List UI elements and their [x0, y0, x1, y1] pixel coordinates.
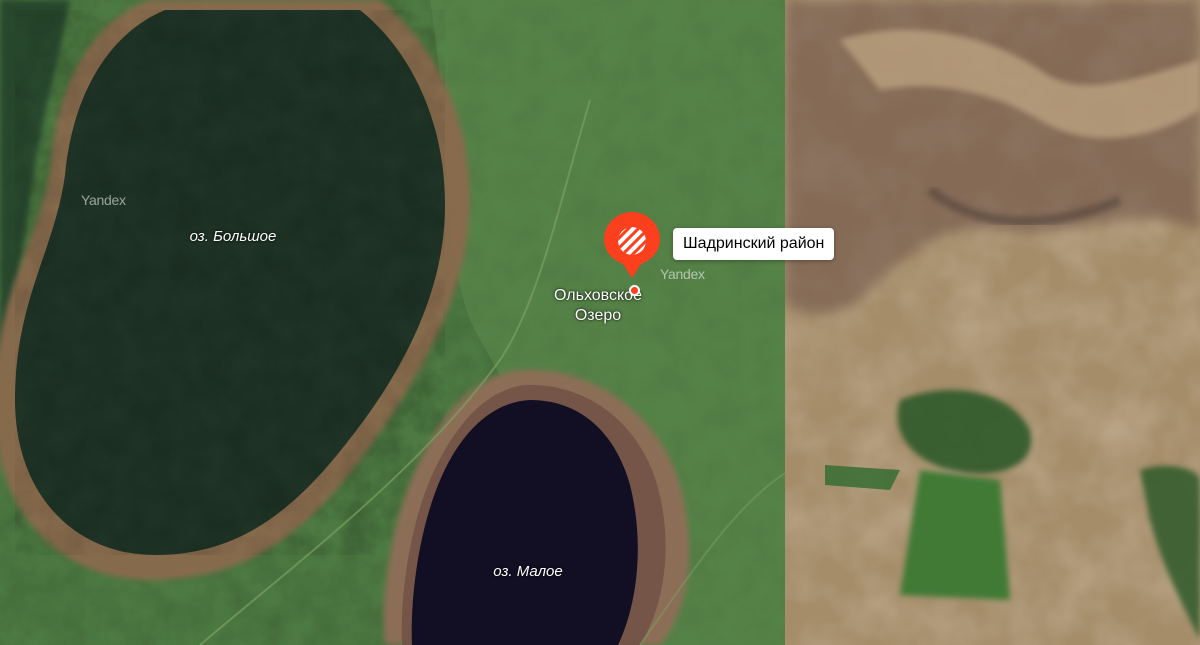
satellite-map[interactable]: Yandex Yandex оз. Большое оз. Малое Ольх…	[0, 0, 1200, 645]
settlement-name-line2: Озеро	[574, 307, 622, 324]
yandex-watermark: Yandex	[81, 192, 126, 208]
location-pin-icon[interactable]	[603, 212, 663, 282]
yandex-watermark: Yandex	[660, 266, 705, 282]
lake-label-maloe: оз. Малое	[493, 563, 563, 580]
lake-label-bolshoe: оз. Большое	[189, 228, 277, 245]
region-tooltip: Шадринский район	[673, 228, 835, 260]
location-point-marker[interactable]	[629, 285, 640, 296]
